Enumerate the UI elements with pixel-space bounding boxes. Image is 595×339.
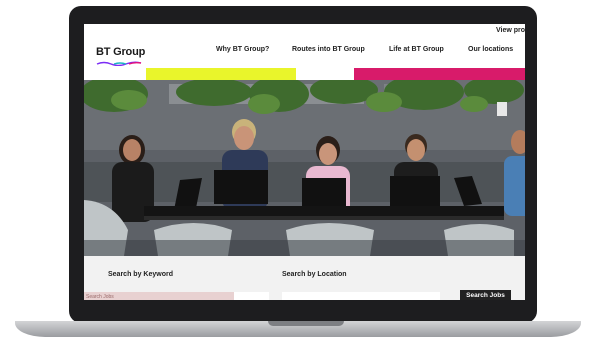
keyword-input[interactable]: Search Jobs bbox=[84, 292, 269, 300]
nav-why-bt-group[interactable]: Why BT Group? bbox=[216, 46, 269, 53]
hero-photo bbox=[84, 80, 525, 256]
view-profile-link[interactable]: View pro bbox=[496, 27, 525, 34]
laptop-screen: View pro BT Group Why BT Group? Routes i… bbox=[84, 24, 525, 300]
logo-text: BT Group bbox=[96, 46, 146, 58]
location-input[interactable] bbox=[282, 292, 440, 300]
band-yellow bbox=[146, 68, 296, 80]
band-magenta bbox=[354, 68, 525, 80]
logo-wave-icon bbox=[96, 61, 142, 66]
search-jobs-button[interactable]: Search Jobs bbox=[460, 290, 511, 300]
nav-routes-into-bt-group[interactable]: Routes into BT Group bbox=[292, 46, 365, 53]
laptop-notch bbox=[268, 321, 344, 326]
keyword-input-placeholder: Search Jobs bbox=[84, 292, 234, 300]
nav-our-locations[interactable]: Our locations bbox=[468, 46, 513, 53]
nav-life-at-bt-group[interactable]: Life at BT Group bbox=[389, 46, 444, 53]
bt-group-logo[interactable]: BT Group bbox=[96, 42, 145, 66]
